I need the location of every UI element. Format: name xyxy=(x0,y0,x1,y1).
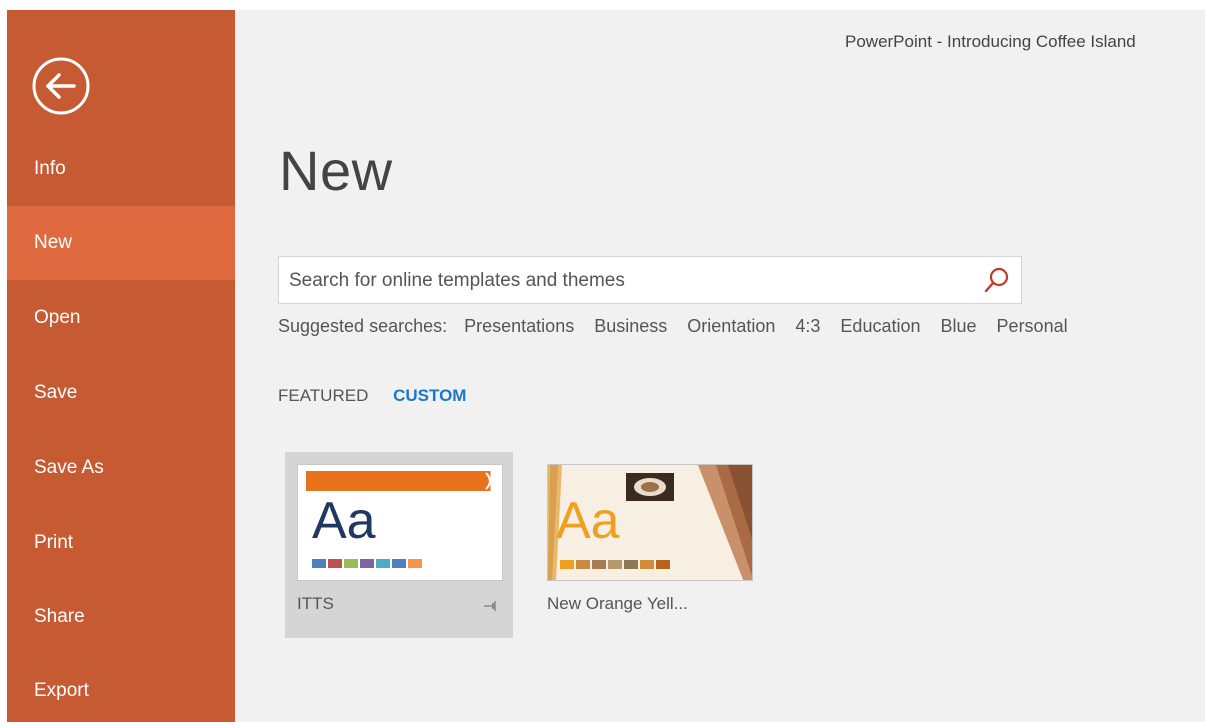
sidebar-item-open[interactable]: Open xyxy=(7,281,235,355)
back-button[interactable] xyxy=(31,56,91,116)
template-thumbnail: Aa xyxy=(547,464,753,581)
suggested-search-education[interactable]: Education xyxy=(840,316,920,336)
template-name: New Orange Yell... xyxy=(547,594,688,613)
suggested-search-personal[interactable]: Personal xyxy=(997,316,1068,336)
sidebar-item-save[interactable]: Save xyxy=(7,356,235,430)
pin-icon[interactable] xyxy=(483,600,499,612)
sidebar-item-export[interactable]: Export xyxy=(7,654,235,722)
sidebar-item-new[interactable]: New xyxy=(7,206,235,280)
template-name: ITTS xyxy=(297,594,334,613)
template-preview-text: Aa xyxy=(556,492,620,550)
sidebar-item-info[interactable]: Info xyxy=(7,132,235,206)
window-title: PowerPoint - Introducing Coffee Island xyxy=(845,32,1136,51)
sidebar-item-save-as[interactable]: Save As xyxy=(7,431,235,505)
suggested-search-business[interactable]: Business xyxy=(594,316,667,336)
suggested-search-blue[interactable]: Blue xyxy=(941,316,977,336)
page-title: New xyxy=(279,139,393,202)
search-input[interactable] xyxy=(287,257,971,305)
search-icon[interactable] xyxy=(983,266,1011,294)
backstage-view: Info New Open Save Save As Print Share E… xyxy=(7,10,1205,722)
suggested-search-4-3[interactable]: 4:3 xyxy=(795,316,820,336)
tab-featured[interactable]: FEATURED xyxy=(278,386,368,405)
template-thumbnail: Aa xyxy=(297,464,503,581)
suggested-search-orientation[interactable]: Orientation xyxy=(687,316,775,336)
template-search-box xyxy=(278,256,1022,305)
back-arrow-icon xyxy=(32,57,90,115)
backstage-sidebar: Info New Open Save Save As Print Share E… xyxy=(7,10,235,722)
suggested-searches-label: Suggested searches: xyxy=(278,316,448,336)
suggested-searches: Suggested searches: Presentations Busine… xyxy=(278,316,1083,337)
suggested-search-presentations[interactable]: Presentations xyxy=(464,316,574,336)
template-new-orange-yellow[interactable]: Aa New Orange Yell... xyxy=(535,452,763,638)
template-itts[interactable]: Aa ITTS xyxy=(285,452,513,638)
template-preview-text: Aa xyxy=(312,492,376,550)
template-tabs: FEATURED CUSTOM xyxy=(278,386,486,406)
tab-custom[interactable]: CUSTOM xyxy=(393,386,466,405)
sidebar-item-print[interactable]: Print xyxy=(7,506,235,580)
sidebar-item-share[interactable]: Share xyxy=(7,580,235,654)
